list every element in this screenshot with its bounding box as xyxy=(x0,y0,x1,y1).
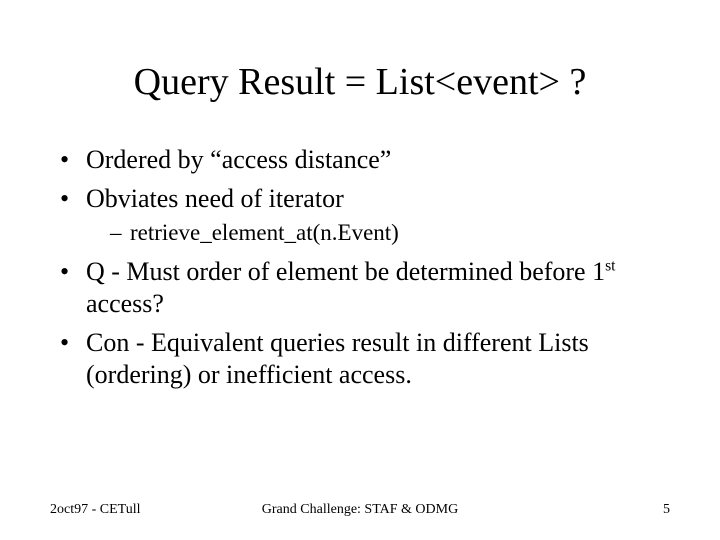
bullet-item: Q - Must order of element be determined … xyxy=(60,256,670,321)
sub-bullet-item: retrieve_element_at(n.Event) xyxy=(110,219,670,248)
bullet-list: Ordered by “access distance” Obviates ne… xyxy=(60,144,670,392)
footer-left: 2oct97 - CETull xyxy=(50,502,141,518)
bullet-superscript: st xyxy=(605,257,615,274)
bullet-text-pre: Q - Must order of element be determined … xyxy=(86,257,605,286)
footer-page-number: 5 xyxy=(663,502,670,518)
slide: Query Result = List<event> ? Ordered by … xyxy=(0,0,720,540)
bullet-text: Obviates need of iterator xyxy=(86,184,344,213)
bullet-text: Ordered by “access distance” xyxy=(86,145,391,174)
bullet-text-post: access? xyxy=(86,289,164,318)
slide-footer: 2oct97 - CETull Grand Challenge: STAF & … xyxy=(50,502,670,518)
slide-title: Query Result = List<event> ? xyxy=(50,60,670,104)
bullet-item: Con - Equivalent queries result in diffe… xyxy=(60,327,670,392)
bullet-text: Con - Equivalent queries result in diffe… xyxy=(86,328,589,390)
bullet-item: Ordered by “access distance” xyxy=(60,144,670,177)
bullet-item: Obviates need of iterator retrieve_eleme… xyxy=(60,183,670,248)
sub-bullet-text: retrieve_element_at(n.Event) xyxy=(130,220,399,245)
sub-bullet-list: retrieve_element_at(n.Event) xyxy=(86,219,670,248)
footer-center: Grand Challenge: STAF & ODMG xyxy=(50,502,670,518)
